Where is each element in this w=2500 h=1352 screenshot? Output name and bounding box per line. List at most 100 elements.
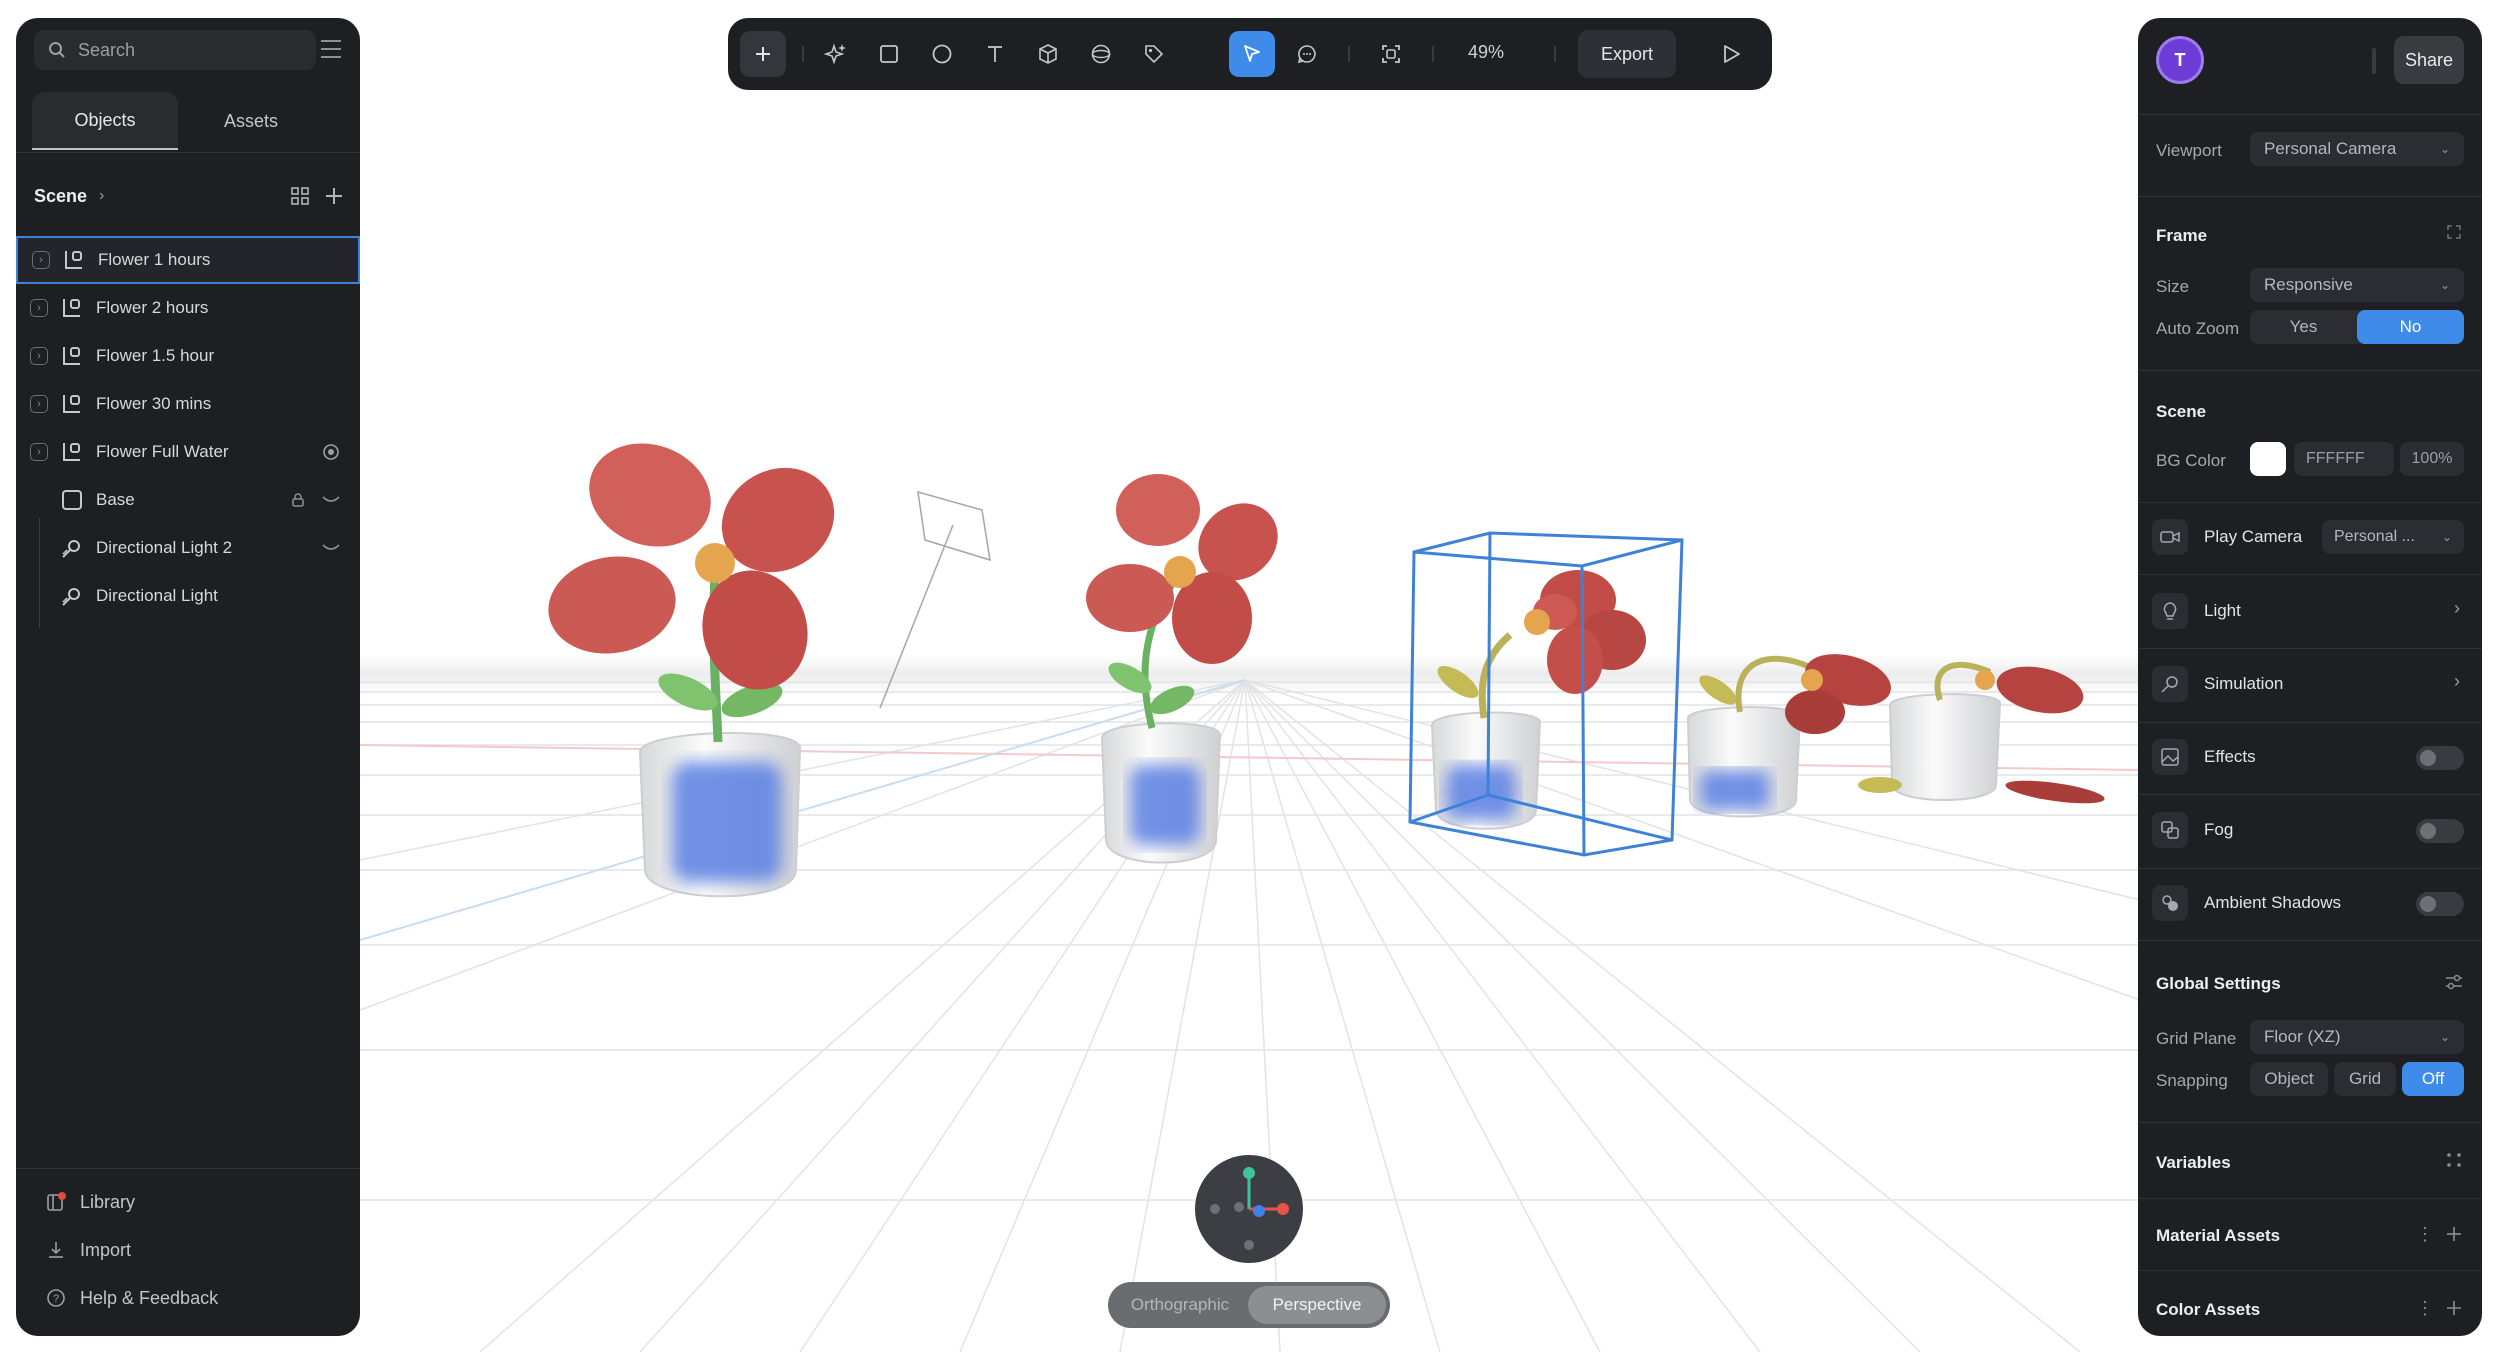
grid-plane-label: Grid Plane bbox=[2156, 1029, 2237, 1048]
simulation-icon bbox=[2152, 666, 2188, 702]
tab-assets[interactable]: Assets bbox=[178, 92, 324, 150]
comment-tool-button[interactable] bbox=[1288, 35, 1326, 73]
import-link[interactable]: Import bbox=[46, 1234, 131, 1266]
chevron-down-icon: ⌄ bbox=[2441, 530, 2452, 544]
play-camera-value: Personal ... bbox=[2334, 528, 2415, 545]
sliders-icon[interactable] bbox=[2444, 972, 2464, 992]
layer-item[interactable]: › Flower 1.5 hour bbox=[16, 332, 360, 380]
simulation-row-label[interactable]: Simulation bbox=[2204, 674, 2283, 694]
select-tool-button[interactable] bbox=[1229, 31, 1275, 77]
viewport-label: Viewport bbox=[2156, 141, 2222, 160]
more-vertical-icon[interactable]: ⋮ bbox=[2416, 1224, 2434, 1245]
material-assets-title: Material Assets bbox=[2156, 1226, 2281, 1245]
expand-frame-icon[interactable] bbox=[2446, 224, 2462, 240]
perspective-option[interactable]: Perspective bbox=[1248, 1286, 1386, 1324]
auto-zoom-yes[interactable]: Yes bbox=[2250, 310, 2357, 344]
cube-icon bbox=[1039, 44, 1057, 64]
layer-item[interactable]: Directional Light bbox=[16, 572, 360, 620]
tabs-divider bbox=[16, 152, 360, 153]
eye-closed-icon[interactable] bbox=[322, 495, 340, 505]
add-color-icon[interactable] bbox=[2446, 1300, 2462, 1316]
layer-item[interactable]: › Flower Full Water bbox=[16, 428, 360, 476]
divider bbox=[2138, 114, 2482, 115]
grid-plane-select[interactable]: Floor (XZ) ⌄ bbox=[2250, 1020, 2464, 1054]
ellipse-tool-button[interactable] bbox=[923, 35, 961, 73]
effects-toggle[interactable] bbox=[2416, 746, 2464, 770]
lock-icon[interactable] bbox=[290, 492, 306, 508]
rectangle-tool-button[interactable] bbox=[870, 35, 908, 73]
layer-item[interactable]: › Flower 1 hours bbox=[16, 236, 360, 284]
divider bbox=[2138, 940, 2482, 941]
layer-item[interactable]: › Flower 30 mins bbox=[16, 380, 360, 428]
zoom-level[interactable]: 49% bbox=[1468, 42, 1504, 63]
orientation-gizmo[interactable] bbox=[1195, 1155, 1303, 1263]
ellipse-icon bbox=[932, 44, 952, 64]
viewport-select[interactable]: Personal Camera ⌄ bbox=[2250, 132, 2464, 166]
global-settings-title: Global Settings bbox=[2156, 974, 2281, 993]
toolbar-separator bbox=[1432, 46, 1434, 62]
fog-toggle[interactable] bbox=[2416, 819, 2464, 843]
divider bbox=[2138, 868, 2482, 869]
plus-button[interactable] bbox=[740, 31, 786, 77]
frame-fit-icon bbox=[1382, 45, 1400, 63]
light-row-label[interactable]: Light bbox=[2204, 601, 2241, 621]
size-value: Responsive bbox=[2264, 275, 2353, 294]
sphere-icon bbox=[1091, 44, 1111, 64]
more-vertical-icon[interactable]: ⋮ bbox=[2416, 1298, 2434, 1319]
grid-plane-value: Floor (XZ) bbox=[2264, 1027, 2341, 1046]
share-button[interactable]: Share bbox=[2394, 36, 2464, 84]
layer-item[interactable]: › Flower 2 hours bbox=[16, 284, 360, 332]
help-link[interactable]: ? Help & Feedback bbox=[46, 1282, 218, 1314]
layer-item[interactable]: Base bbox=[16, 476, 360, 524]
layer-name: Directional Light 2 bbox=[96, 538, 233, 557]
expand-icon[interactable]: › bbox=[30, 443, 48, 461]
avatar[interactable]: T bbox=[2156, 36, 2204, 84]
size-select[interactable]: Responsive ⌄ bbox=[2250, 268, 2464, 302]
text-tool-button[interactable] bbox=[976, 35, 1014, 73]
target-icon[interactable] bbox=[322, 443, 340, 461]
eye-closed-icon[interactable] bbox=[322, 543, 340, 553]
frame-fit-button[interactable] bbox=[1372, 35, 1410, 73]
chevron-right-icon[interactable]: › bbox=[2454, 598, 2460, 619]
bg-hex-input[interactable]: FFFFFF bbox=[2294, 442, 2394, 476]
divider bbox=[2138, 1122, 2482, 1123]
chevron-right-icon[interactable]: › bbox=[99, 187, 104, 205]
expand-icon[interactable]: › bbox=[30, 299, 48, 317]
snap-object-option[interactable]: Object bbox=[2250, 1062, 2328, 1096]
bg-color-swatch[interactable] bbox=[2250, 442, 2286, 476]
bg-opacity-input[interactable]: 100% bbox=[2400, 442, 2464, 476]
grid-view-icon[interactable] bbox=[290, 186, 310, 206]
expand-icon[interactable]: › bbox=[30, 347, 48, 365]
tab-objects[interactable]: Objects bbox=[32, 92, 178, 150]
ai-tool-button[interactable] bbox=[817, 35, 855, 73]
play-camera-select[interactable]: Personal ... ⌄ bbox=[2322, 520, 2464, 554]
layer-item[interactable]: Directional Light 2 bbox=[16, 524, 360, 572]
tag-tool-button[interactable] bbox=[1135, 35, 1173, 73]
add-material-icon[interactable] bbox=[2446, 1226, 2462, 1242]
divider bbox=[2138, 574, 2482, 575]
library-link[interactable]: Library bbox=[46, 1186, 135, 1218]
menu-icon[interactable] bbox=[316, 34, 346, 64]
snap-off-option[interactable]: Off bbox=[2402, 1062, 2464, 1096]
cube-tool-button[interactable] bbox=[1029, 35, 1067, 73]
scene-title[interactable]: Scene bbox=[34, 186, 87, 207]
search-input[interactable]: Search bbox=[34, 30, 316, 70]
panel-tabs: Objects Assets bbox=[32, 92, 344, 152]
auto-zoom-no[interactable]: No bbox=[2357, 310, 2464, 344]
scene-header: Scene › bbox=[34, 178, 344, 214]
play-button[interactable] bbox=[1712, 35, 1750, 73]
variables-grid-icon[interactable] bbox=[2446, 1152, 2462, 1168]
export-button[interactable]: Export bbox=[1578, 30, 1676, 78]
ambient-shadows-toggle[interactable] bbox=[2416, 892, 2464, 916]
expand-icon[interactable]: › bbox=[30, 395, 48, 413]
expand-icon[interactable]: › bbox=[32, 251, 50, 269]
3d-viewport[interactable] bbox=[0, 0, 2500, 1352]
sphere-tool-button[interactable] bbox=[1082, 35, 1120, 73]
divider bbox=[2138, 1270, 2482, 1271]
library-icon bbox=[47, 1192, 66, 1211]
orthographic-option[interactable]: Orthographic bbox=[1112, 1286, 1248, 1324]
chevron-right-icon[interactable]: › bbox=[2454, 671, 2460, 692]
viewport-canvas[interactable] bbox=[0, 0, 2500, 1352]
add-object-icon[interactable] bbox=[324, 186, 344, 206]
snap-grid-option[interactable]: Grid bbox=[2334, 1062, 2396, 1096]
